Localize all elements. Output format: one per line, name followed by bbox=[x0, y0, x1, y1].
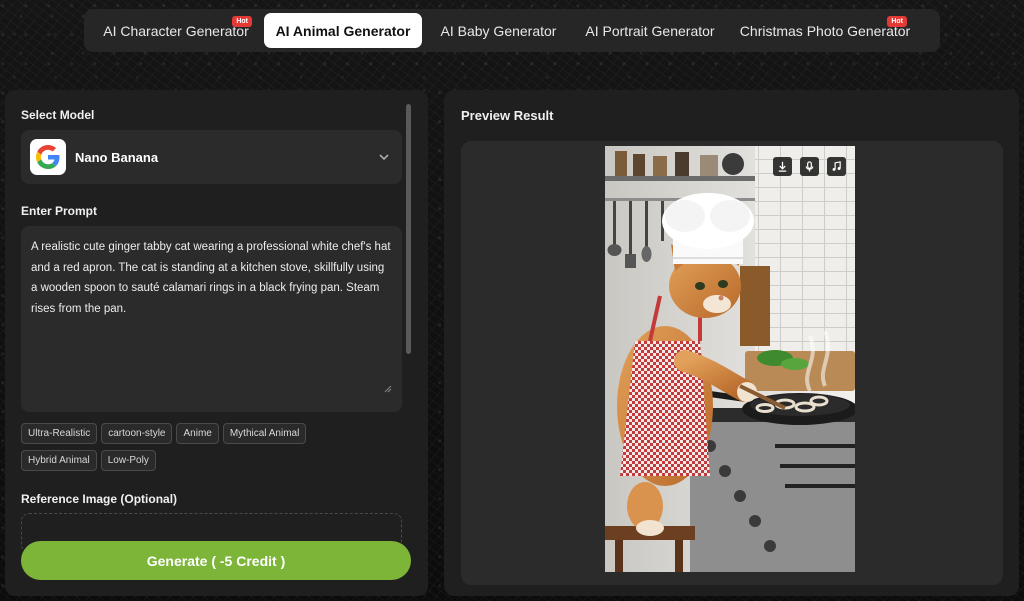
prompt-label: Enter Prompt bbox=[21, 204, 98, 218]
preview-title: Preview Result bbox=[461, 108, 554, 123]
scrollbar[interactable] bbox=[406, 104, 411, 354]
image-actions bbox=[773, 157, 846, 176]
cat-chef-illustration bbox=[605, 146, 855, 572]
chip-mythical-animal[interactable]: Mythical Animal bbox=[222, 423, 307, 444]
style-chips: Ultra-Realistic cartoon-style Anime Mythica… bbox=[21, 423, 411, 477]
download-icon[interactable] bbox=[773, 157, 792, 176]
chip-low-poly[interactable]: Low-Poly bbox=[100, 450, 156, 471]
resize-grip-icon[interactable] bbox=[384, 380, 392, 398]
generated-image bbox=[605, 146, 855, 572]
tab-label: AI Baby Generator bbox=[440, 22, 557, 39]
select-model-label: Select Model bbox=[21, 108, 95, 122]
tab-label: AI Animal Generator bbox=[275, 22, 411, 39]
google-logo-icon bbox=[30, 139, 66, 175]
tab-ai-character-generator[interactable]: AI Character Generator Hot bbox=[88, 13, 264, 48]
tab-christmas-photo-generator[interactable]: Christmas Photo Generator Hot bbox=[739, 13, 911, 48]
tab-ai-baby-generator[interactable]: AI Baby Generator bbox=[430, 13, 567, 48]
hot-badge: Hot bbox=[232, 16, 252, 27]
chip-hybrid-animal[interactable]: Hybrid Animal bbox=[21, 450, 97, 471]
prompt-text[interactable]: A realistic cute ginger tabby cat wearin… bbox=[31, 237, 392, 319]
tab-ai-portrait-generator[interactable]: AI Portrait Generator bbox=[575, 13, 725, 48]
generate-button[interactable]: Generate ( -5 Credit ) bbox=[21, 541, 411, 580]
hot-badge: Hot bbox=[887, 16, 907, 27]
preview-panel: Preview Result bbox=[444, 90, 1019, 596]
chevron-down-icon bbox=[378, 150, 390, 168]
model-dropdown[interactable]: Nano Banana bbox=[21, 130, 402, 184]
prompt-textarea[interactable]: A realistic cute ginger tabby cat wearin… bbox=[21, 226, 402, 412]
generator-tab-bar: AI Character Generator Hot AI Animal Gen… bbox=[84, 9, 940, 52]
preview-area bbox=[461, 141, 1003, 585]
chip-cartoon-style[interactable]: cartoon-style bbox=[101, 423, 173, 444]
tab-label: Christmas Photo Generator bbox=[739, 22, 911, 39]
tab-label: AI Character Generator bbox=[103, 22, 249, 39]
reference-image-label: Reference Image (Optional) bbox=[21, 492, 178, 506]
music-note-icon[interactable] bbox=[827, 157, 846, 176]
tab-ai-animal-generator[interactable]: AI Animal Generator bbox=[264, 13, 422, 48]
chip-anime[interactable]: Anime bbox=[176, 423, 219, 444]
tab-label: AI Portrait Generator bbox=[585, 22, 715, 39]
model-name: Nano Banana bbox=[75, 149, 159, 165]
chip-ultra-realistic[interactable]: Ultra-Realistic bbox=[21, 423, 98, 444]
settings-panel: Select Model Nano Banana Enter Prompt A … bbox=[5, 90, 428, 596]
microphone-icon[interactable] bbox=[800, 157, 819, 176]
